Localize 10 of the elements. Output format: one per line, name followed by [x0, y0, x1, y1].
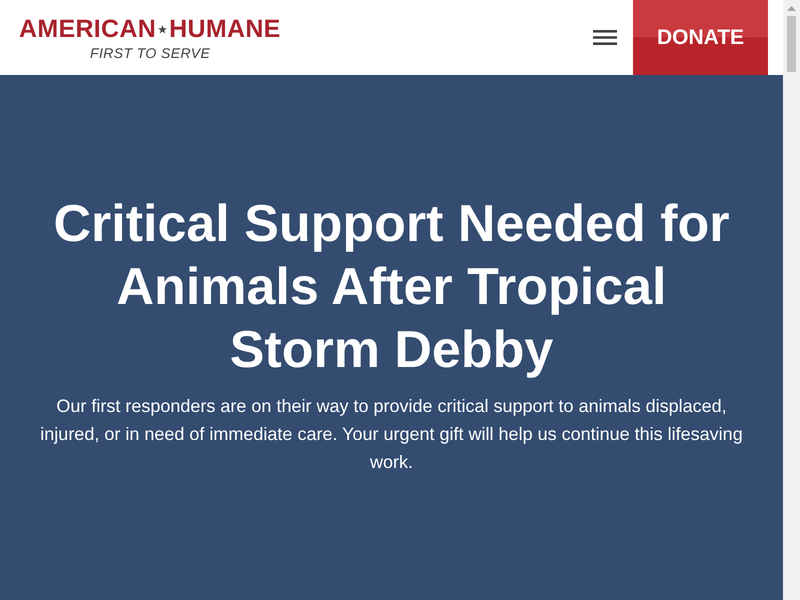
hero-description: Our first responders are on their way to provide critical support to animals displaced, injured, or in need of immediate care. Your urgent gift will help us continue this lifesaving work. [39, 395, 744, 474]
logo-wordmark[interactable]: AMERICAN [19, 17, 156, 42]
logo-wordmark[interactable]: HUMANE [169, 17, 281, 42]
donate-button[interactable]: DONATE [633, 0, 768, 75]
menu-icon[interactable] [593, 30, 617, 45]
hero-heading: Critical Support Needed for Animals After Tropical Storm Debby [52, 194, 731, 381]
star-icon [158, 25, 168, 34]
logo-tagline: FIRST TO SERVE [89, 46, 212, 60]
scrollbar-thumb[interactable] [787, 16, 796, 72]
scroll-up-icon[interactable] [787, 6, 796, 11]
